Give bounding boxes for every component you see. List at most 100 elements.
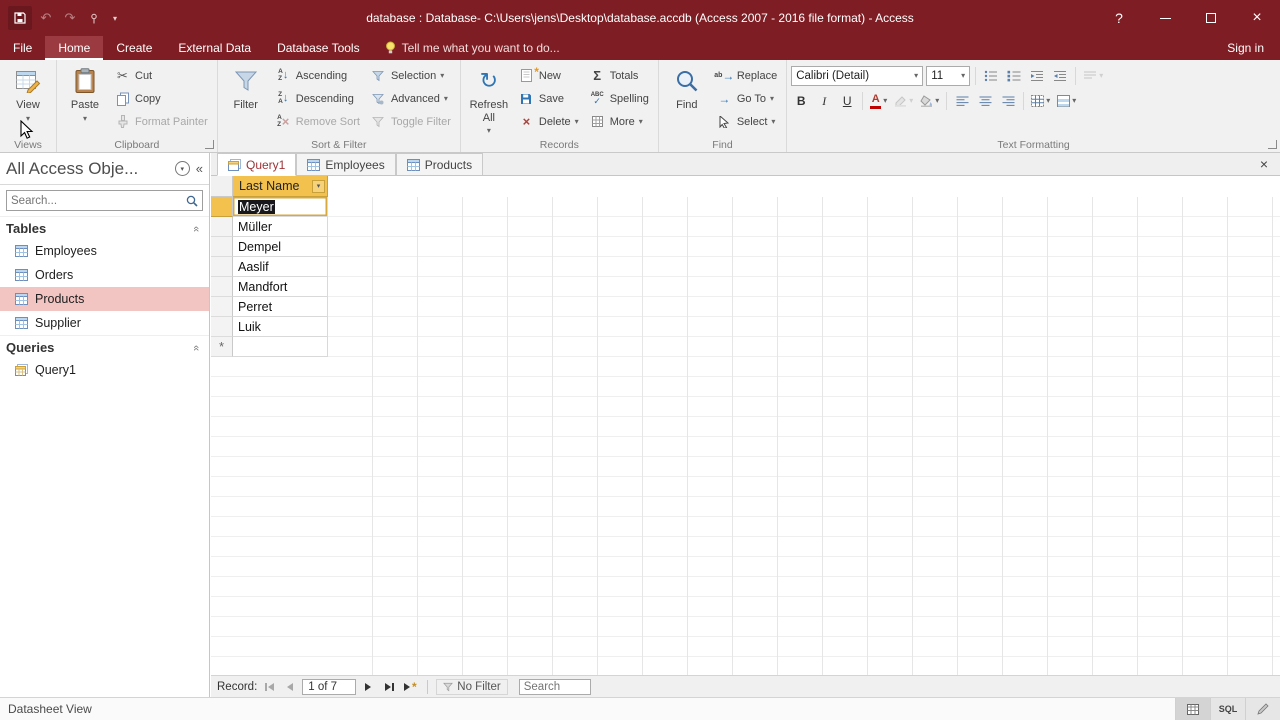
totals-button[interactable]: Σ Totals <box>584 64 654 87</box>
select-button[interactable]: Select ▾ <box>711 110 782 133</box>
touch-mode-button[interactable] <box>84 8 104 28</box>
save-record-button[interactable]: Save <box>513 87 584 110</box>
highlight-color-button[interactable]: ▾ <box>892 91 915 111</box>
record-position-box[interactable]: 1 of 7 <box>302 678 357 695</box>
last-name-cell[interactable]: Meyer <box>233 197 328 217</box>
close-button[interactable]: × <box>1234 0 1280 36</box>
text-direction-button[interactable]: ▾ <box>1081 66 1105 86</box>
column-filter-dropdown-icon[interactable]: ▾ <box>312 179 325 193</box>
nav-group-tables[interactable]: Tables « <box>0 216 209 239</box>
copy-button[interactable]: Copy <box>109 87 213 110</box>
new-blank-record-button[interactable]: * <box>401 679 419 695</box>
dialog-launcher-icon[interactable] <box>1268 140 1277 149</box>
more-button[interactable]: More ▾ <box>584 110 654 133</box>
increase-indent-button[interactable] <box>1050 66 1070 86</box>
numbering-button[interactable] <box>1004 66 1024 86</box>
alternate-row-color-button[interactable]: ▾ <box>1055 91 1078 111</box>
row-selector[interactable] <box>211 297 233 317</box>
nav-search-input[interactable] <box>11 194 182 207</box>
record-search-input[interactable] <box>518 678 591 695</box>
filter-status-button[interactable]: No Filter <box>436 678 508 695</box>
last-name-cell[interactable]: Dempel <box>233 237 328 257</box>
first-record-button[interactable] <box>260 679 278 695</box>
sidebar-item-products[interactable]: Products <box>0 287 209 311</box>
underline-button[interactable]: U <box>837 91 857 111</box>
doc-tab-products[interactable]: Products <box>395 153 484 175</box>
descending-button[interactable]: Z A ↓ Descending <box>270 87 365 110</box>
filter-button[interactable]: Filter <box>222 62 270 112</box>
spelling-button[interactable]: ABC ✓ Spelling <box>584 87 654 110</box>
new-record-button[interactable]: * New <box>513 64 584 87</box>
minimize-button[interactable] <box>1142 0 1188 36</box>
font-color-button[interactable]: A ▾ <box>868 91 889 111</box>
last-name-cell[interactable]: Perret <box>233 297 328 317</box>
view-button[interactable]: View ▾ <box>4 62 52 123</box>
design-view-button[interactable] <box>1245 698 1280 720</box>
bullets-button[interactable] <box>981 66 1001 86</box>
collapse-group-icon[interactable]: « <box>190 225 202 231</box>
nav-pane-menu-button[interactable]: ▾ <box>174 161 190 176</box>
previous-record-button[interactable] <box>281 679 299 695</box>
last-name-cell[interactable]: Mandfort <box>233 277 328 297</box>
tab-database-tools[interactable]: Database Tools <box>264 36 373 60</box>
find-button[interactable]: Find <box>663 62 711 112</box>
last-name-cell[interactable]: Luik <box>233 317 328 337</box>
row-selector[interactable] <box>211 197 233 217</box>
decrease-indent-button[interactable] <box>1027 66 1047 86</box>
close-document-button[interactable]: × <box>1248 156 1280 172</box>
paste-button[interactable]: Paste ▾ <box>61 62 109 123</box>
nav-group-queries[interactable]: Queries « <box>0 335 209 358</box>
shutter-bar-close-button[interactable]: « <box>196 161 203 176</box>
sign-in-button[interactable]: Sign in <box>1211 36 1280 60</box>
tab-home[interactable]: Home <box>45 36 104 60</box>
next-record-button[interactable] <box>359 679 377 695</box>
cut-button[interactable]: ✂ Cut <box>109 64 213 87</box>
row-selector[interactable] <box>211 257 233 277</box>
dialog-launcher-icon[interactable] <box>204 140 214 149</box>
toggle-filter-button[interactable]: Toggle Filter <box>365 110 456 133</box>
tab-external-data[interactable]: External Data <box>165 36 264 60</box>
row-selector[interactable] <box>211 237 233 257</box>
help-button[interactable]: ? <box>1096 0 1142 36</box>
sidebar-item-supplier[interactable]: Supplier <box>0 311 209 335</box>
bold-button[interactable]: B <box>791 91 811 111</box>
format-painter-button[interactable]: Format Painter <box>109 110 213 133</box>
last-name-cell-empty[interactable] <box>233 337 328 357</box>
advanced-button[interactable]: Advanced ▾ <box>365 87 456 110</box>
italic-button[interactable]: I <box>814 91 834 111</box>
refresh-all-button[interactable]: ↻ Refresh All ▾ <box>465 62 513 135</box>
remove-sort-button[interactable]: A Z × Remove Sort <box>270 110 365 133</box>
font-name-combo[interactable]: Calibri (Detail) ▾ <box>791 66 924 86</box>
column-header-last-name[interactable]: Last Name ▾ <box>233 176 328 197</box>
row-selector[interactable] <box>211 277 233 297</box>
tell-me-box[interactable]: Tell me what you want to do... <box>373 36 572 60</box>
gridlines-button[interactable]: ▾ <box>1029 91 1052 111</box>
redo-button[interactable]: ↷ <box>60 8 80 28</box>
last-name-cell[interactable]: Müller <box>233 217 328 237</box>
sidebar-item-query1[interactable]: Query1 <box>0 358 209 382</box>
maximize-button[interactable] <box>1188 0 1234 36</box>
row-selector[interactable] <box>211 317 233 337</box>
new-record-selector[interactable]: * <box>211 337 233 357</box>
replace-button[interactable]: ab → Replace <box>711 64 782 87</box>
last-name-cell[interactable]: Aaslif <box>233 257 328 277</box>
delete-record-button[interactable]: × Delete ▾ <box>513 110 584 133</box>
customize-qat-button[interactable]: ▾ <box>108 8 122 28</box>
select-all-corner[interactable] <box>211 176 233 197</box>
go-to-button[interactable]: → Go To ▾ <box>711 87 782 110</box>
background-color-button[interactable]: ▾ <box>918 91 941 111</box>
font-size-combo[interactable]: 11 ▾ <box>926 66 971 86</box>
tab-create[interactable]: Create <box>103 36 165 60</box>
save-button[interactable] <box>8 6 32 30</box>
align-left-button[interactable] <box>952 91 972 111</box>
last-record-button[interactable] <box>380 679 398 695</box>
sidebar-item-employees[interactable]: Employees <box>0 239 209 263</box>
doc-tab-employees[interactable]: Employees <box>296 153 396 175</box>
row-selector[interactable] <box>211 217 233 237</box>
selection-button[interactable]: Selection ▾ <box>365 64 456 87</box>
doc-tab-query1[interactable]: Query1 <box>217 153 297 176</box>
align-center-button[interactable] <box>975 91 995 111</box>
sidebar-item-orders[interactable]: Orders <box>0 263 209 287</box>
datasheet-view-button[interactable] <box>1175 698 1210 720</box>
tab-file[interactable]: File <box>0 36 45 60</box>
